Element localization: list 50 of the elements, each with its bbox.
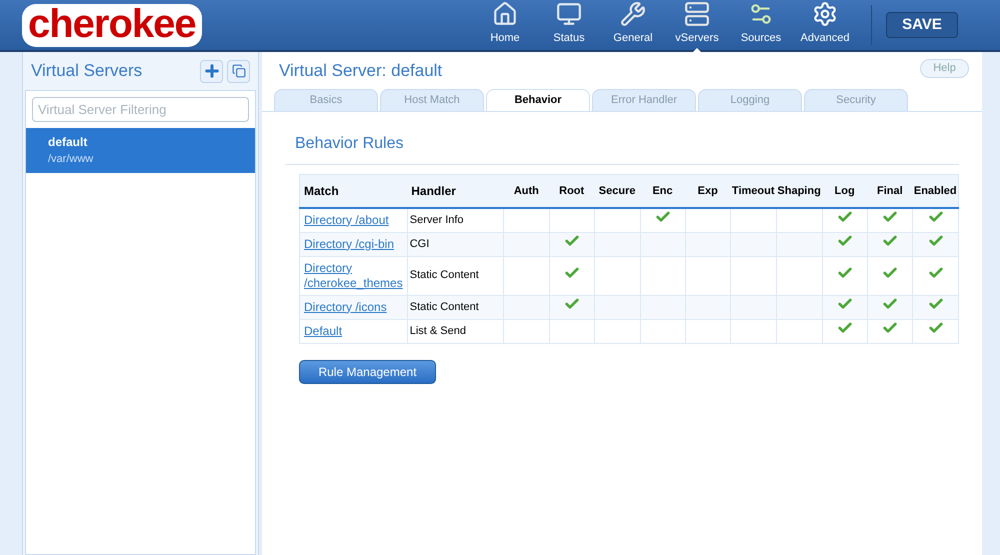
nav-item[interactable]: Sources — [729, 0, 793, 50]
nav-item[interactable]: Status — [537, 0, 601, 50]
tab[interactable]: Host Match — [380, 89, 484, 111]
monitor-icon — [556, 0, 582, 26]
table-cell: List & Send — [407, 319, 504, 343]
server-icon — [684, 0, 710, 26]
rule-link[interactable]: Directory /cgi-bin — [304, 236, 403, 252]
rule-link[interactable]: Directory /cherokee_themes — [304, 260, 403, 290]
page-title: Virtual Server: default — [279, 60, 442, 82]
add-button[interactable] — [200, 60, 223, 82]
filter-field[interactable]: Virtual Server Filtering — [32, 97, 249, 122]
column-header: Enabled — [912, 174, 958, 208]
save-button[interactable]: SAVE — [886, 12, 958, 38]
nav-item[interactable]: Advanced — [793, 0, 857, 50]
column-header: Root — [549, 174, 594, 208]
column-header: Log — [822, 174, 868, 208]
table-cell: CGI — [407, 232, 504, 256]
nav-item[interactable]: General — [601, 0, 665, 50]
column-header: Auth — [504, 174, 550, 208]
table-cell: Static Content — [407, 295, 504, 319]
gear-icon — [812, 0, 838, 26]
rule-link[interactable]: Directory /icons — [304, 300, 403, 314]
section-title: Behavior Rules — [285, 132, 959, 165]
column-header: Enc — [640, 174, 686, 208]
nav-item[interactable]: Home — [473, 0, 537, 50]
column-header: Timeout — [730, 174, 776, 208]
server-item[interactable]: default /var/www — [26, 128, 255, 172]
column-header: Match — [300, 174, 408, 208]
sidebar-title: Virtual Servers — [31, 60, 142, 82]
copy-icon — [232, 64, 246, 78]
column-header: Exp — [685, 174, 730, 208]
plus-icon — [202, 62, 220, 80]
wrench-icon — [620, 0, 646, 26]
rule-management-button[interactable]: Rule Management — [299, 360, 436, 384]
tab[interactable]: Behavior — [486, 89, 590, 111]
tab[interactable]: Security — [804, 89, 908, 111]
tab[interactable]: Logging — [698, 89, 802, 111]
logo: cherokee — [22, 4, 202, 46]
column-header: Final — [867, 174, 913, 208]
tab[interactable]: Basics — [274, 89, 378, 111]
rule-link[interactable]: Directory /about — [304, 212, 403, 228]
rule-link[interactable]: Default — [304, 324, 403, 338]
house-icon — [492, 0, 518, 26]
table-cell: Static Content — [407, 256, 504, 295]
column-header: Shaping — [776, 174, 822, 208]
column-header: Secure — [594, 174, 640, 208]
tab[interactable]: Error Handler — [592, 89, 696, 111]
column-header: Handler — [407, 174, 504, 208]
table-cell: Server Info — [407, 208, 504, 232]
clone-button[interactable] — [227, 60, 250, 82]
